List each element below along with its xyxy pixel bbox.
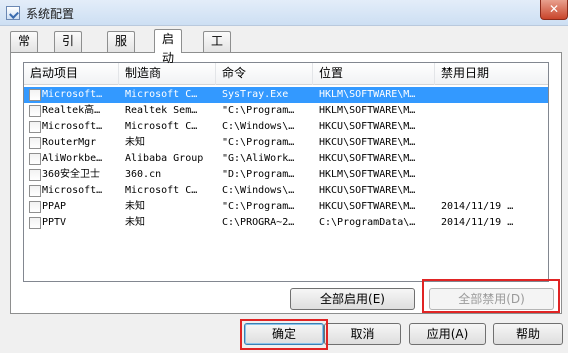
cell-location: HKCU\SOFTWARE\M… <box>319 185 416 196</box>
tab-tools[interactable]: 工具 <box>203 31 232 67</box>
cell-item: RouterMgr <box>42 137 97 148</box>
startup-checkbox[interactable] <box>29 169 41 181</box>
enable-all-button[interactable]: 全部启用(E) <box>290 288 415 310</box>
cell-manufacturer: Microsoft C… <box>125 185 198 196</box>
ok-button-highlight <box>240 319 328 350</box>
cell-manufacturer: Alibaba Group <box>125 153 204 164</box>
cell-command: SysTray.Exe <box>222 89 289 100</box>
startup-checkbox[interactable] <box>29 89 41 101</box>
tab-services[interactable]: 服务 <box>107 31 136 67</box>
tab-startup[interactable]: 启动 <box>154 29 183 65</box>
column-header-command[interactable]: 命令 <box>216 63 313 85</box>
cell-location: HKLM\SOFTWARE\M… <box>319 105 416 116</box>
disable-all-highlight <box>422 279 560 313</box>
cell-manufacturer: 未知 <box>125 217 145 228</box>
cell-disabled-date: 2014/11/19 … <box>441 217 514 228</box>
list-item[interactable]: Microsoft… Microsoft C… SysTray.Exe HKLM\SO… <box>24 87 548 103</box>
help-button[interactable]: 帮助 <box>493 323 563 345</box>
startup-checkbox[interactable] <box>29 185 41 197</box>
cell-command: "C:\Program… <box>222 137 295 148</box>
list-item[interactable]: 360安全卫士 360.cn "D:\Program… HKLM\SOFTWARE\M… <box>24 167 548 183</box>
cell-location: C:\ProgramData\… <box>319 217 416 228</box>
cell-location: HKCU\SOFTWARE\M… <box>319 121 416 132</box>
column-header-disabled-date[interactable]: 禁用日期 <box>435 63 548 85</box>
tab-general[interactable]: 常规 <box>10 31 39 67</box>
cell-item: 360安全卫士 <box>42 169 101 180</box>
cell-manufacturer: Realtek Sem… <box>125 105 198 116</box>
cell-disabled-date: 2014/11/19 … <box>441 201 514 212</box>
list-item[interactable]: Realtek高… Realtek Sem… "C:\Program… HKLM\SO… <box>24 103 548 119</box>
cell-disabled-date <box>441 103 546 119</box>
cell-command: "D:\Program… <box>222 169 295 180</box>
cell-command: "C:\Program… <box>222 105 295 116</box>
column-header-item[interactable]: 启动项目 <box>24 63 119 85</box>
startup-checkbox[interactable] <box>29 105 41 117</box>
startup-tab-panel: 启动项目 制造商 命令 位置 禁用日期 Microsoft… Microsoft … <box>10 52 562 314</box>
cell-item: Microsoft… <box>42 121 103 132</box>
cell-command: "G:\AliWork… <box>222 153 295 164</box>
cell-disabled-date <box>441 119 546 135</box>
list-item[interactable]: PPAP 未知 "C:\Program… HKCU\SOFTWARE\M… 2014/1… <box>24 199 548 215</box>
cell-manufacturer: 未知 <box>125 137 145 148</box>
close-button[interactable]: ✕ <box>540 0 568 20</box>
cell-item: PPAP <box>42 201 67 212</box>
cell-location: HKLM\SOFTWARE\M… <box>319 169 416 180</box>
cell-item: Microsoft… <box>42 89 103 100</box>
startup-list[interactable]: 启动项目 制造商 命令 位置 禁用日期 Microsoft… Microsoft … <box>23 62 549 282</box>
list-header: 启动项目 制造商 命令 位置 禁用日期 <box>24 63 548 85</box>
cell-disabled-date <box>441 87 546 103</box>
list-item[interactable]: PPTV 未知 C:\PROGRA~2… C:\ProgramData\… 2014/1… <box>24 215 548 231</box>
cell-manufacturer: Microsoft C… <box>125 121 198 132</box>
cell-item: Microsoft… <box>42 185 103 196</box>
cell-command: C:\PROGRA~2… <box>222 217 295 228</box>
cancel-button[interactable]: 取消 <box>324 323 401 345</box>
column-header-location[interactable]: 位置 <box>313 63 435 85</box>
cell-manufacturer: 360.cn <box>125 169 162 180</box>
cell-location: HKLM\SOFTWARE\M… <box>319 89 416 100</box>
cell-disabled-date <box>441 167 546 183</box>
app-icon <box>6 6 20 20</box>
cell-command: "C:\Program… <box>222 201 295 212</box>
tab-boot[interactable]: 引导 <box>54 31 83 67</box>
cell-location: HKCU\SOFTWARE\M… <box>319 137 416 148</box>
cell-disabled-date <box>441 135 546 151</box>
cell-disabled-date <box>441 183 546 199</box>
apply-button[interactable]: 应用(A) <box>409 323 486 345</box>
cell-item: Realtek高… <box>42 105 101 116</box>
cell-item: PPTV <box>42 217 67 228</box>
cell-manufacturer: 未知 <box>125 201 145 212</box>
cell-command: C:\Windows\… <box>222 121 295 132</box>
startup-checkbox[interactable] <box>29 217 41 229</box>
list-item[interactable]: Microsoft… Microsoft C… C:\Windows\… HKCU\S… <box>24 119 548 135</box>
cell-disabled-date <box>441 151 546 167</box>
cell-location: HKCU\SOFTWARE\M… <box>319 201 416 212</box>
list-item[interactable]: AliWorkbe… Alibaba Group "G:\AliWork… HKCU\… <box>24 151 548 167</box>
window-title: 系统配置 <box>26 7 75 21</box>
startup-checkbox[interactable] <box>29 153 41 165</box>
cell-manufacturer: Microsoft C… <box>125 89 198 100</box>
cell-command: C:\Windows\… <box>222 185 295 196</box>
title-bar: 系统配置 ✕ <box>0 0 568 26</box>
list-item[interactable]: Microsoft… Microsoft C… C:\Windows\… HKCU\S… <box>24 183 548 199</box>
cell-location: HKCU\SOFTWARE\M… <box>319 153 416 164</box>
cell-item: AliWorkbe… <box>42 153 103 164</box>
list-item[interactable]: RouterMgr 未知 "C:\Program… HKCU\SOFTWARE\M… <box>24 135 548 151</box>
startup-checkbox[interactable] <box>29 137 41 149</box>
startup-checkbox[interactable] <box>29 201 41 213</box>
startup-checkbox[interactable] <box>29 121 41 133</box>
